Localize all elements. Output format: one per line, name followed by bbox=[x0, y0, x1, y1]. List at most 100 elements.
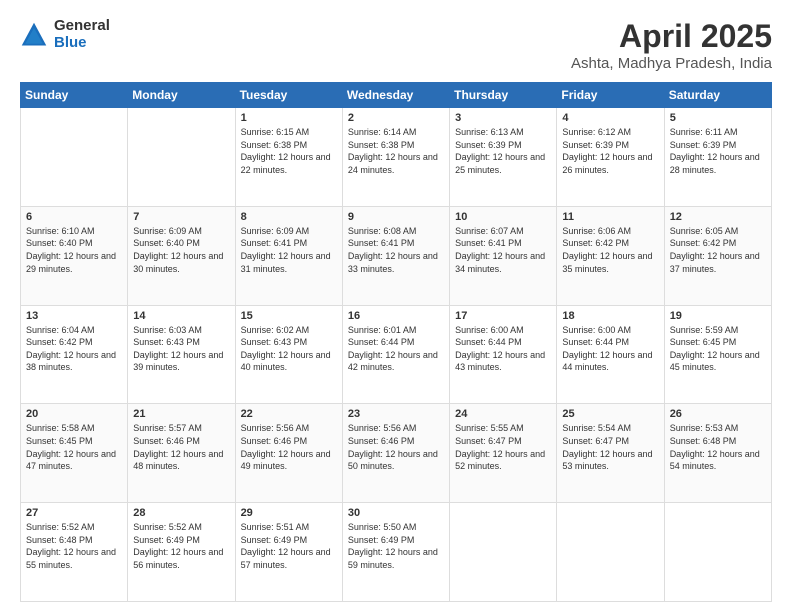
day-number: 11 bbox=[562, 211, 658, 223]
day-number: 3 bbox=[455, 112, 551, 124]
day-number: 12 bbox=[670, 211, 766, 223]
cell-content: Sunrise: 5:55 AMSunset: 6:47 PMDaylight:… bbox=[455, 422, 551, 472]
day-number: 8 bbox=[241, 211, 337, 223]
cell-0-4: 3 Sunrise: 6:13 AMSunset: 6:39 PMDayligh… bbox=[450, 108, 557, 207]
logo-icon bbox=[20, 21, 48, 49]
cell-content: Sunrise: 5:56 AMSunset: 6:46 PMDaylight:… bbox=[348, 422, 444, 472]
day-number: 24 bbox=[455, 408, 551, 420]
page: General Blue April 2025 Ashta, Madhya Pr… bbox=[0, 0, 792, 612]
day-number: 13 bbox=[26, 310, 122, 322]
cell-content: Sunrise: 5:53 AMSunset: 6:48 PMDaylight:… bbox=[670, 422, 766, 472]
cell-2-6: 19 Sunrise: 5:59 AMSunset: 6:45 PMDaylig… bbox=[664, 305, 771, 404]
cell-4-3: 30 Sunrise: 5:50 AMSunset: 6:49 PMDaylig… bbox=[342, 503, 449, 602]
cell-content: Sunrise: 6:06 AMSunset: 6:42 PMDaylight:… bbox=[562, 225, 658, 275]
day-number: 4 bbox=[562, 112, 658, 124]
cell-content: Sunrise: 5:56 AMSunset: 6:46 PMDaylight:… bbox=[241, 422, 337, 472]
cell-content: Sunrise: 6:00 AMSunset: 6:44 PMDaylight:… bbox=[562, 324, 658, 374]
cell-1-5: 11 Sunrise: 6:06 AMSunset: 6:42 PMDaylig… bbox=[557, 206, 664, 305]
cell-content: Sunrise: 6:14 AMSunset: 6:38 PMDaylight:… bbox=[348, 126, 444, 176]
cell-content: Sunrise: 6:04 AMSunset: 6:42 PMDaylight:… bbox=[26, 324, 122, 374]
cell-0-1 bbox=[128, 108, 235, 207]
subtitle: Ashta, Madhya Pradesh, India bbox=[571, 55, 772, 72]
day-number: 2 bbox=[348, 112, 444, 124]
main-title: April 2025 bbox=[571, 18, 772, 55]
title-block: April 2025 Ashta, Madhya Pradesh, India bbox=[571, 18, 772, 72]
cell-content: Sunrise: 5:52 AMSunset: 6:49 PMDaylight:… bbox=[133, 521, 229, 571]
day-number: 14 bbox=[133, 310, 229, 322]
cell-content: Sunrise: 5:54 AMSunset: 6:47 PMDaylight:… bbox=[562, 422, 658, 472]
cell-content: Sunrise: 6:15 AMSunset: 6:38 PMDaylight:… bbox=[241, 126, 337, 176]
col-thursday: Thursday bbox=[450, 83, 557, 108]
cell-3-0: 20 Sunrise: 5:58 AMSunset: 6:45 PMDaylig… bbox=[21, 404, 128, 503]
cell-4-2: 29 Sunrise: 5:51 AMSunset: 6:49 PMDaylig… bbox=[235, 503, 342, 602]
cell-content: Sunrise: 6:00 AMSunset: 6:44 PMDaylight:… bbox=[455, 324, 551, 374]
day-number: 10 bbox=[455, 211, 551, 223]
calendar-table: Sunday Monday Tuesday Wednesday Thursday… bbox=[20, 82, 772, 602]
day-number: 15 bbox=[241, 310, 337, 322]
cell-content: Sunrise: 6:11 AMSunset: 6:39 PMDaylight:… bbox=[670, 126, 766, 176]
day-number: 19 bbox=[670, 310, 766, 322]
week-row-1: 6 Sunrise: 6:10 AMSunset: 6:40 PMDayligh… bbox=[21, 206, 772, 305]
day-number: 17 bbox=[455, 310, 551, 322]
cell-content: Sunrise: 5:59 AMSunset: 6:45 PMDaylight:… bbox=[670, 324, 766, 374]
day-number: 21 bbox=[133, 408, 229, 420]
cell-content: Sunrise: 5:52 AMSunset: 6:48 PMDaylight:… bbox=[26, 521, 122, 571]
cell-3-6: 26 Sunrise: 5:53 AMSunset: 6:48 PMDaylig… bbox=[664, 404, 771, 503]
header: General Blue April 2025 Ashta, Madhya Pr… bbox=[20, 18, 772, 72]
cell-1-1: 7 Sunrise: 6:09 AMSunset: 6:40 PMDayligh… bbox=[128, 206, 235, 305]
day-number: 23 bbox=[348, 408, 444, 420]
col-monday: Monday bbox=[128, 83, 235, 108]
cell-content: Sunrise: 6:13 AMSunset: 6:39 PMDaylight:… bbox=[455, 126, 551, 176]
cell-4-1: 28 Sunrise: 5:52 AMSunset: 6:49 PMDaylig… bbox=[128, 503, 235, 602]
week-row-4: 27 Sunrise: 5:52 AMSunset: 6:48 PMDaylig… bbox=[21, 503, 772, 602]
cell-content: Sunrise: 6:12 AMSunset: 6:39 PMDaylight:… bbox=[562, 126, 658, 176]
cell-content: Sunrise: 5:51 AMSunset: 6:49 PMDaylight:… bbox=[241, 521, 337, 571]
cell-content: Sunrise: 6:07 AMSunset: 6:41 PMDaylight:… bbox=[455, 225, 551, 275]
day-number: 9 bbox=[348, 211, 444, 223]
day-number: 30 bbox=[348, 507, 444, 519]
cell-0-0 bbox=[21, 108, 128, 207]
day-number: 6 bbox=[26, 211, 122, 223]
day-number: 1 bbox=[241, 112, 337, 124]
cell-2-4: 17 Sunrise: 6:00 AMSunset: 6:44 PMDaylig… bbox=[450, 305, 557, 404]
week-row-0: 1 Sunrise: 6:15 AMSunset: 6:38 PMDayligh… bbox=[21, 108, 772, 207]
logo-general: General bbox=[54, 18, 110, 35]
day-number: 27 bbox=[26, 507, 122, 519]
cell-1-3: 9 Sunrise: 6:08 AMSunset: 6:41 PMDayligh… bbox=[342, 206, 449, 305]
cell-0-5: 4 Sunrise: 6:12 AMSunset: 6:39 PMDayligh… bbox=[557, 108, 664, 207]
day-number: 5 bbox=[670, 112, 766, 124]
cell-4-5 bbox=[557, 503, 664, 602]
cell-3-3: 23 Sunrise: 5:56 AMSunset: 6:46 PMDaylig… bbox=[342, 404, 449, 503]
col-wednesday: Wednesday bbox=[342, 83, 449, 108]
cell-0-2: 1 Sunrise: 6:15 AMSunset: 6:38 PMDayligh… bbox=[235, 108, 342, 207]
cell-3-4: 24 Sunrise: 5:55 AMSunset: 6:47 PMDaylig… bbox=[450, 404, 557, 503]
cell-2-0: 13 Sunrise: 6:04 AMSunset: 6:42 PMDaylig… bbox=[21, 305, 128, 404]
cell-3-5: 25 Sunrise: 5:54 AMSunset: 6:47 PMDaylig… bbox=[557, 404, 664, 503]
cell-4-0: 27 Sunrise: 5:52 AMSunset: 6:48 PMDaylig… bbox=[21, 503, 128, 602]
day-number: 25 bbox=[562, 408, 658, 420]
cell-content: Sunrise: 6:09 AMSunset: 6:41 PMDaylight:… bbox=[241, 225, 337, 275]
cell-3-1: 21 Sunrise: 5:57 AMSunset: 6:46 PMDaylig… bbox=[128, 404, 235, 503]
cell-1-4: 10 Sunrise: 6:07 AMSunset: 6:41 PMDaylig… bbox=[450, 206, 557, 305]
week-row-3: 20 Sunrise: 5:58 AMSunset: 6:45 PMDaylig… bbox=[21, 404, 772, 503]
cell-2-2: 15 Sunrise: 6:02 AMSunset: 6:43 PMDaylig… bbox=[235, 305, 342, 404]
cell-2-3: 16 Sunrise: 6:01 AMSunset: 6:44 PMDaylig… bbox=[342, 305, 449, 404]
cell-content: Sunrise: 6:03 AMSunset: 6:43 PMDaylight:… bbox=[133, 324, 229, 374]
cell-1-6: 12 Sunrise: 6:05 AMSunset: 6:42 PMDaylig… bbox=[664, 206, 771, 305]
calendar-header-row: Sunday Monday Tuesday Wednesday Thursday… bbox=[21, 83, 772, 108]
col-sunday: Sunday bbox=[21, 83, 128, 108]
col-tuesday: Tuesday bbox=[235, 83, 342, 108]
logo-blue: Blue bbox=[54, 35, 110, 52]
day-number: 29 bbox=[241, 507, 337, 519]
cell-content: Sunrise: 6:05 AMSunset: 6:42 PMDaylight:… bbox=[670, 225, 766, 275]
day-number: 22 bbox=[241, 408, 337, 420]
day-number: 18 bbox=[562, 310, 658, 322]
day-number: 16 bbox=[348, 310, 444, 322]
cell-4-6 bbox=[664, 503, 771, 602]
calendar-body: 1 Sunrise: 6:15 AMSunset: 6:38 PMDayligh… bbox=[21, 108, 772, 602]
cell-content: Sunrise: 6:09 AMSunset: 6:40 PMDaylight:… bbox=[133, 225, 229, 275]
cell-content: Sunrise: 5:58 AMSunset: 6:45 PMDaylight:… bbox=[26, 422, 122, 472]
logo-text: General Blue bbox=[54, 18, 110, 51]
cell-3-2: 22 Sunrise: 5:56 AMSunset: 6:46 PMDaylig… bbox=[235, 404, 342, 503]
cell-0-3: 2 Sunrise: 6:14 AMSunset: 6:38 PMDayligh… bbox=[342, 108, 449, 207]
